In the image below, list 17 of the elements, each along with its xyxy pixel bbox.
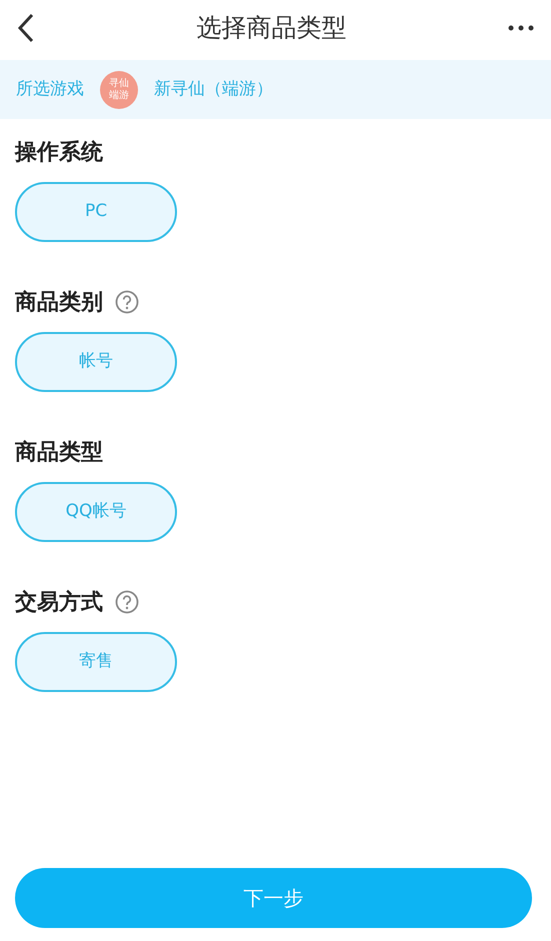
game-label: 所选游戏 <box>16 78 84 101</box>
back-icon[interactable] <box>16 12 36 42</box>
section-title: 商品类型 <box>15 438 103 466</box>
page-title: 选择商品类型 <box>196 12 346 44</box>
section-title: 操作系统 <box>15 138 103 166</box>
help-icon[interactable] <box>115 290 139 314</box>
next-button[interactable]: 下一步 <box>15 868 532 928</box>
more-icon[interactable] <box>507 24 535 32</box>
game-name: 新寻仙（端游） <box>154 78 273 101</box>
section-title: 交易方式 <box>15 588 103 616</box>
game-logo: 寻仙 端游 <box>100 70 138 108</box>
help-icon[interactable] <box>115 590 139 614</box>
option-button[interactable]: 帐号 <box>15 332 177 392</box>
option-button[interactable]: QQ帐号 <box>15 482 177 542</box>
section-title: 商品类别 <box>15 288 103 316</box>
option-button[interactable]: PC <box>15 182 177 242</box>
option-button[interactable]: 寄售 <box>15 632 177 692</box>
